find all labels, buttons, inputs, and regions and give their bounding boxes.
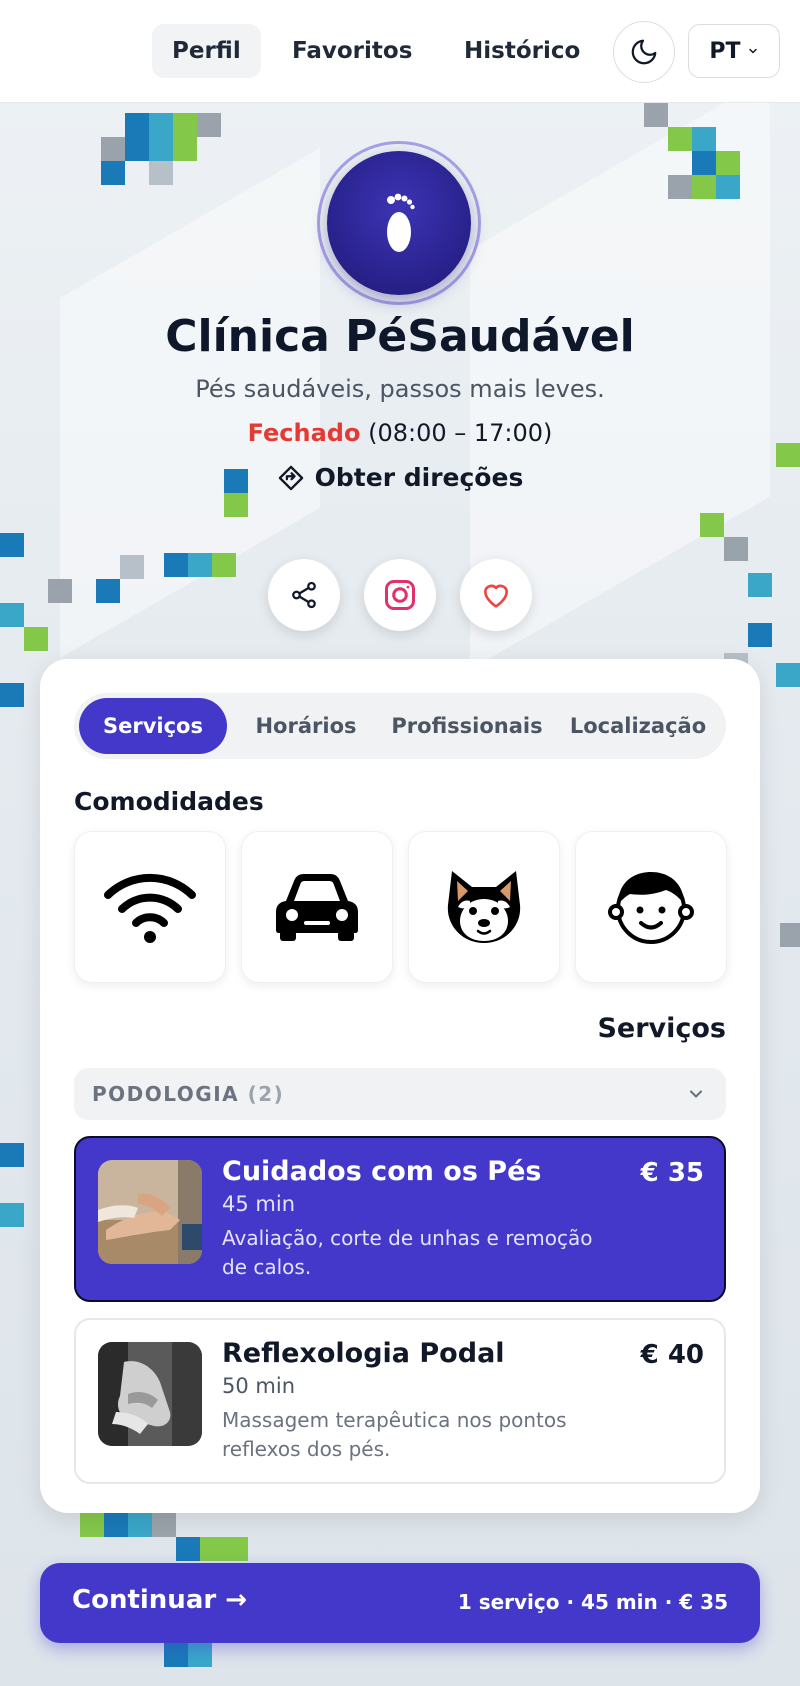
service-price: € 40	[640, 1340, 704, 1370]
language-selector[interactable]: PT	[688, 24, 780, 78]
favorite-button[interactable]	[460, 559, 532, 631]
clinic-logo	[317, 141, 481, 305]
amenities-title: Comodidades	[74, 787, 264, 816]
amenity-kids	[575, 831, 727, 983]
category-name: PODOLOGIA	[92, 1082, 240, 1106]
instagram-button[interactable]	[364, 559, 436, 631]
content-card: Serviços Horários Profissionais Localiza…	[40, 659, 760, 1513]
chevron-down-icon	[689, 1090, 703, 1098]
service-name: Cuidados com os Pés	[222, 1156, 542, 1187]
clinic-name: Clínica PéSaudável	[165, 311, 635, 362]
profile-header: Clínica PéSaudável Pés saudáveis, passos…	[0, 103, 800, 663]
service-description: Massagem terapêutica nos pontos reflexos…	[222, 1408, 567, 1461]
service-card-cuidados[interactable]: Cuidados com os Pés 45 min Avaliação, co…	[74, 1136, 726, 1302]
tab-horarios[interactable]: Horários	[232, 698, 380, 754]
service-photo	[98, 1342, 202, 1446]
category-label: PODOLOGIA (2)	[92, 1082, 284, 1106]
services-title: Serviços	[597, 1013, 726, 1044]
dog-icon	[447, 871, 521, 943]
footprint-icon	[387, 193, 415, 252]
category-podologia[interactable]: PODOLOGIA (2)	[74, 1068, 726, 1120]
nav-tab-historico[interactable]: Histórico	[444, 24, 600, 78]
booking-summary: 1 serviço · 45 min · € 35	[457, 1590, 728, 1614]
tab-localizacao[interactable]: Localização	[556, 698, 720, 754]
directions-link[interactable]: Obter direções	[0, 463, 800, 492]
amenity-wifi	[74, 831, 226, 983]
tab-profissionais[interactable]: Profissionais	[386, 698, 548, 754]
service-description: Avaliação, corte de unhas e remoção de c…	[222, 1226, 593, 1279]
theme-toggle-button[interactable]	[613, 21, 675, 83]
moon-icon	[631, 39, 657, 65]
continue-button[interactable]: Continuar → 1 serviço · 45 min · € 35	[40, 1563, 760, 1643]
nav-tab-favoritos[interactable]: Favoritos	[272, 24, 432, 78]
directions-icon	[278, 465, 303, 490]
child-icon	[608, 872, 694, 944]
amenity-pets	[408, 831, 560, 983]
nav-tab-perfil[interactable]: Perfil	[152, 24, 261, 78]
wifi-icon	[104, 873, 196, 943]
tab-servicos[interactable]: Serviços	[79, 698, 227, 754]
opening-hours: (08:00 – 17:00)	[368, 419, 553, 447]
service-name: Reflexologia Podal	[222, 1338, 505, 1369]
chevron-down-icon	[748, 48, 757, 54]
share-button[interactable]	[268, 559, 340, 631]
directions-label: Obter direções	[314, 463, 524, 492]
opening-status: Fechado (08:00 – 17:00)	[0, 419, 800, 447]
section-tabs: Serviços Horários Profissionais Localiza…	[74, 693, 726, 759]
status-closed-label: Fechado	[247, 419, 361, 447]
category-count: (2)	[247, 1082, 285, 1106]
car-icon	[276, 874, 358, 941]
heart-icon	[484, 584, 508, 608]
top-navigation: Perfil Favoritos Histórico PT	[0, 0, 800, 103]
service-price: € 35	[640, 1158, 704, 1188]
service-photo	[98, 1160, 202, 1264]
share-icon	[292, 581, 316, 609]
service-card-reflexologia[interactable]: Reflexologia Podal 50 min Massagem terap…	[74, 1318, 726, 1484]
service-duration: 45 min	[222, 1192, 295, 1216]
clinic-tagline: Pés saudáveis, passos mais leves.	[195, 375, 605, 403]
instagram-icon	[385, 580, 415, 610]
service-duration: 50 min	[222, 1374, 295, 1398]
language-label: PT	[709, 38, 741, 64]
continue-label: Continuar →	[72, 1585, 248, 1615]
amenity-parking	[241, 831, 393, 983]
